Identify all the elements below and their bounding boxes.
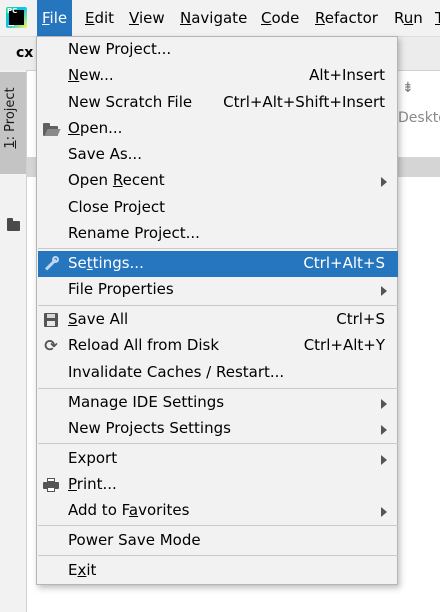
submenu-arrow-icon — [381, 177, 387, 187]
menu-item-label: Reload All from Disk — [68, 336, 220, 354]
printer-icon — [42, 476, 60, 494]
menu-item-label: Open... — [68, 119, 123, 137]
wrench-icon — [42, 255, 60, 273]
menu-item-close-project[interactable]: Close Project — [38, 195, 398, 221]
submenu-arrow-icon — [381, 286, 387, 296]
menu-item-label: File Properties — [68, 280, 174, 298]
menu-item-label: Save All — [68, 310, 129, 328]
menu-item-open-recent[interactable]: Open Recent — [38, 168, 398, 194]
menu-item-label: Power Save Mode — [68, 531, 201, 549]
submenu-arrow-icon — [381, 425, 387, 435]
menu-item-manage-ide-settings[interactable]: Manage IDE Settings — [38, 390, 398, 416]
menu-item-new-projects-settings[interactable]: New Projects Settings — [38, 416, 398, 442]
menu-item-label: Open Recent — [68, 171, 165, 189]
menu-separator — [38, 388, 398, 389]
menu-item-label: Save As... — [68, 145, 142, 163]
project-tool-window-tab[interactable]: 1: Project — [0, 72, 26, 231]
menu-view[interactable]: View — [124, 0, 170, 36]
menu-item-shortcut: Ctrl+Alt+S — [303, 254, 385, 272]
menu-item-new[interactable]: New... Alt+Insert — [38, 63, 398, 89]
menu-item-label: New... — [68, 66, 114, 84]
menu-code[interactable]: Code — [256, 0, 304, 36]
menu-item-shortcut: Ctrl+Alt+Y — [303, 336, 385, 354]
menu-item-new-scratch-file[interactable]: New Scratch File Ctrl+Alt+Shift+Insert — [38, 90, 398, 116]
menu-item-shortcut: Ctrl+Alt+Shift+Insert — [223, 93, 385, 111]
menu-item-export[interactable]: Export — [38, 446, 398, 472]
menu-item-print[interactable]: Print... — [38, 472, 398, 498]
menu-item-rename-project[interactable]: Rename Project... — [38, 221, 398, 247]
menu-tools[interactable]: T — [430, 0, 440, 36]
open-folder-icon — [42, 120, 61, 138]
menu-item-label: Manage IDE Settings — [68, 393, 225, 411]
file-menu-dropdown: New Project... New... Alt+Insert New Scr… — [36, 36, 398, 585]
menu-item-label: Exit — [68, 561, 97, 579]
menu-item-settings[interactable]: Settings... Ctrl+Alt+S — [38, 251, 398, 277]
menu-item-invalidate-caches[interactable]: Invalidate Caches / Restart... — [38, 360, 398, 386]
submenu-arrow-icon — [381, 455, 387, 465]
menu-item-file-properties[interactable]: File Properties — [38, 277, 398, 303]
menu-separator — [38, 525, 398, 526]
menu-item-open[interactable]: Open... — [38, 116, 398, 142]
menu-item-label: Export — [68, 449, 118, 467]
menu-item-label: Print... — [68, 475, 117, 493]
menu-bar: PC File Edit View Navigate Code Refactor… — [0, 0, 440, 37]
menu-item-label: Invalidate Caches / Restart... — [68, 363, 285, 381]
menu-item-label: New Project... — [68, 40, 172, 58]
menu-separator — [38, 555, 398, 556]
submenu-arrow-icon — [381, 399, 387, 409]
menu-run[interactable]: Run — [389, 0, 428, 36]
menu-item-save-all[interactable]: Save All Ctrl+S — [38, 307, 398, 333]
menu-item-label: Add to Favorites — [68, 501, 190, 519]
menu-file[interactable]: File — [37, 0, 73, 36]
menu-item-label: Rename Project... — [68, 224, 200, 242]
menu-item-label: Close Project — [68, 198, 165, 216]
menu-separator — [38, 248, 398, 249]
menu-separator — [38, 305, 398, 306]
menu-item-reload-all[interactable]: ⟳ Reload All from Disk Ctrl+Alt+Y — [38, 333, 398, 359]
save-icon — [42, 311, 60, 329]
menu-item-label: Settings... — [68, 254, 144, 272]
menu-item-save-as[interactable]: Save As... — [38, 142, 398, 168]
folder-icon — [7, 218, 20, 231]
menu-navigate[interactable]: Navigate — [175, 0, 252, 36]
menu-item-shortcut: Ctrl+S — [336, 310, 385, 328]
menu-item-shortcut: Alt+Insert — [309, 66, 385, 84]
project-tab-label: 1: Project — [3, 87, 18, 149]
menu-separator — [38, 443, 398, 444]
menu-item-add-to-favorites[interactable]: Add to Favorites — [38, 498, 398, 524]
collapse-all-icon[interactable]: ⇟ — [402, 80, 414, 96]
editor-tab-label[interactable]: cx — [16, 45, 33, 61]
menu-item-label: New Scratch File — [68, 93, 193, 111]
submenu-arrow-icon — [381, 507, 387, 517]
project-path-fragment: Deskto — [398, 110, 440, 126]
menu-item-exit[interactable]: Exit — [38, 558, 398, 584]
reload-icon: ⟳ — [44, 336, 58, 355]
pycharm-logo-icon[interactable]: PC — [6, 7, 27, 28]
menu-item-power-save-mode[interactable]: Power Save Mode — [38, 528, 398, 554]
menu-edit[interactable]: Edit — [80, 0, 119, 36]
menu-item-new-project[interactable]: New Project... — [38, 37, 398, 63]
menu-refactor[interactable]: Refactor — [310, 0, 383, 36]
menu-item-label: New Projects Settings — [68, 419, 231, 437]
